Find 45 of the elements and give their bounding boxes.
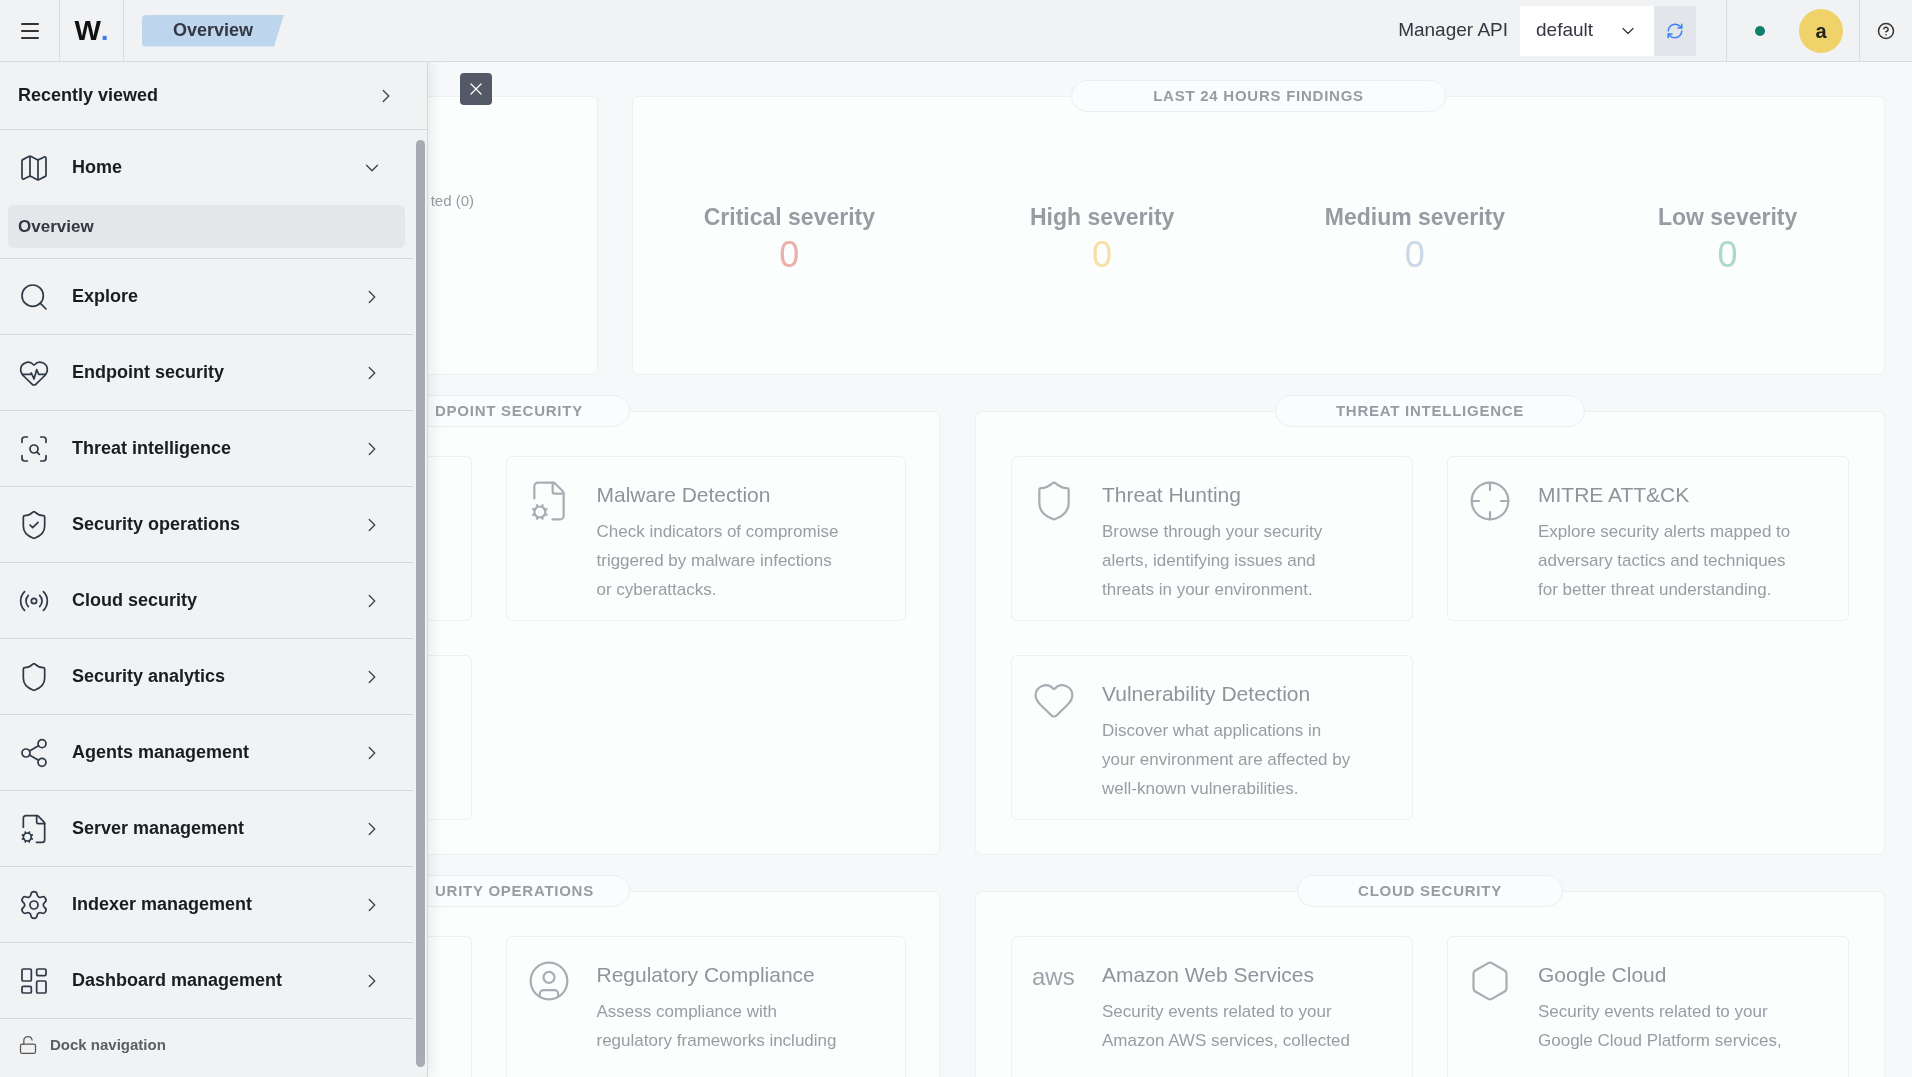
user-avatar[interactable]: a (1799, 8, 1843, 53)
card-title: Threat Hunting (1102, 482, 1242, 508)
nav-item[interactable]: Server management (0, 791, 413, 866)
card-title: Vulnerability Detection (1102, 681, 1312, 707)
nav-item[interactable]: Security operations (0, 487, 413, 562)
logo[interactable]: W. (60, 0, 124, 62)
card-title: Regulatory Compliance (596, 962, 816, 988)
card-title: Amazon Web Services (1102, 962, 1316, 988)
card-title: MITRE ATT&CK (1538, 482, 1691, 508)
severity-count: 0 (779, 234, 800, 275)
card-description: Discover what applications in your environment are affected by well-known vulnerabilities. (1102, 719, 1352, 800)
severity-count: 0 (1092, 234, 1113, 275)
nav-item[interactable]: Explore (0, 259, 413, 334)
card-description: Check indicators of compromise triggered by malware infections or cyberattacks. (596, 520, 840, 601)
severity-label: Critical severity (703, 203, 876, 232)
nav-item[interactable]: Security analytics (0, 639, 413, 714)
legend-text: ted (0) (430, 191, 474, 211)
section-title: LAST 24 HOURS FINDINGS (1071, 80, 1446, 112)
card-description: Security events related to your Amazon AWS services, collected (1102, 1000, 1351, 1052)
nav-item[interactable]: Dashboard management (0, 943, 413, 1018)
api-select[interactable]: default (1520, 5, 1654, 56)
nav-item[interactable]: Home (0, 130, 413, 205)
nav-item[interactable]: Indexer management (0, 867, 413, 942)
severity-label: Medium severity (1324, 203, 1505, 232)
severity-count: 0 (1717, 234, 1738, 275)
nav-item[interactable]: Cloud security (0, 563, 413, 638)
nav-item[interactable]: Threat intelligence (0, 411, 413, 486)
logo-text: aws (1032, 963, 1075, 990)
breadcrumb-tab[interactable]: Overview (142, 14, 284, 47)
card-description: Security events related to your Google Cloud Platform services, (1538, 1000, 1783, 1052)
card-description: Assess compliance with regulatory frameworks including (596, 1000, 838, 1052)
nav-item[interactable]: Agents management (0, 715, 413, 790)
card-title: Malware Detection (596, 482, 772, 508)
dock-navigation-button[interactable]: Dock navigation (0, 1019, 413, 1071)
card-description: Explore security alerts mapped to adversary tactics and techniques for better threat understanding. (1538, 520, 1792, 601)
recently-viewed-button[interactable]: Recently viewed (0, 62, 427, 130)
card-description: Browse through your security alerts, identifying issues and threats in your environment. (1102, 520, 1324, 601)
section-title: CLOUD SECURITY (1297, 875, 1563, 907)
severity-label: High severity (1029, 203, 1175, 232)
severity-label: Low severity (1657, 203, 1798, 232)
section-title: THREAT INTELLIGENCE (1274, 395, 1586, 427)
api-label: Manager API (1398, 18, 1508, 43)
nav-subitem[interactable]: Overview (8, 205, 405, 248)
card-title: Google Cloud (1538, 962, 1668, 988)
nav-item[interactable]: Endpoint security (0, 335, 413, 410)
